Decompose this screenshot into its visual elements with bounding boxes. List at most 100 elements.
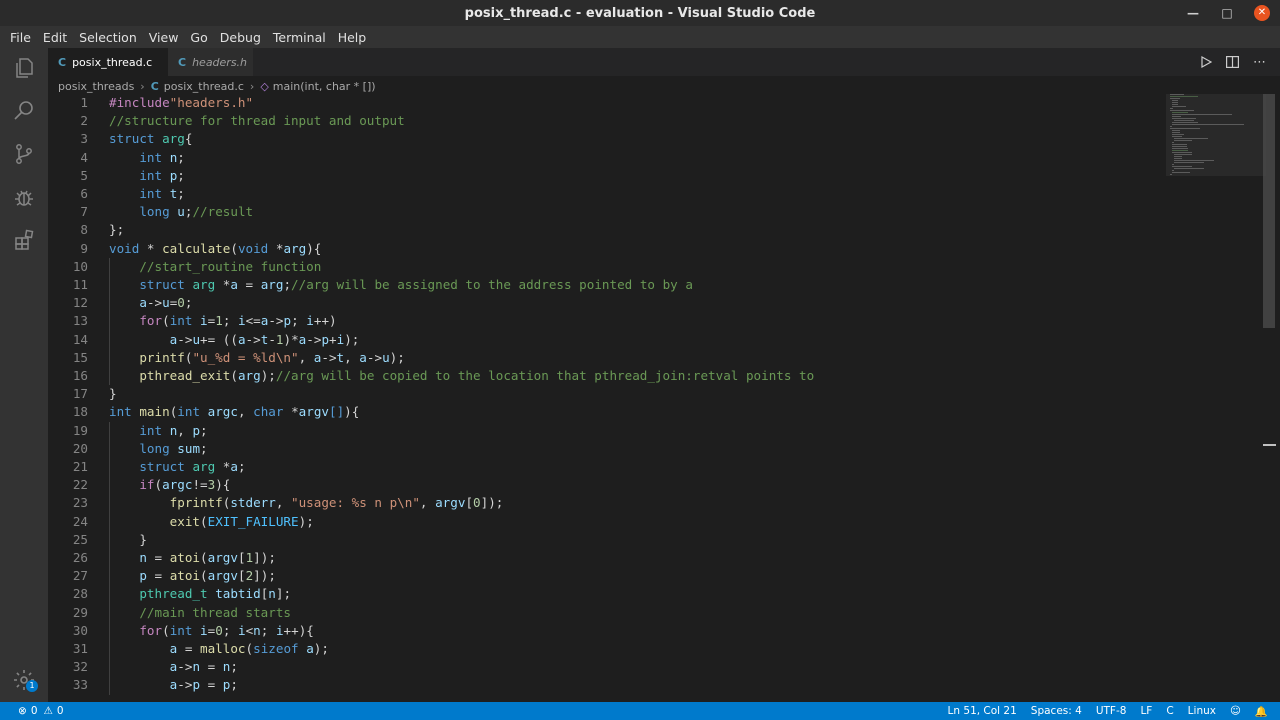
line-number: 6 <box>80 186 88 201</box>
line-number: 28 <box>72 586 88 602</box>
code-text: #include"headers.h" <box>109 95 254 110</box>
code-text: a->n = n; <box>169 659 238 675</box>
end-of-line[interactable]: LF <box>1140 705 1152 717</box>
code-text: int main(int argc, char *argv[]){ <box>109 404 360 420</box>
settings-badge: 1 <box>26 680 38 692</box>
menu-bar: File Edit Selection View Go Debug Terminal Help <box>0 26 1280 48</box>
code-line: 4 int n; <box>48 149 1262 167</box>
tab-headers-h[interactable]: C headers.h <box>168 48 253 76</box>
feedback-smiley-icon[interactable]: ☺ <box>1230 705 1241 717</box>
menu-item-selection[interactable]: Selection <box>73 30 143 45</box>
line-number: 20 <box>72 440 88 456</box>
editor-tabs: C posix_thread.c C headers.h ⋯ <box>48 48 1280 76</box>
code-line: 23 fprintf(stderr, "usage: %s n p\n", ar… <box>48 494 1262 512</box>
line-number: 31 <box>72 641 88 656</box>
platform[interactable]: Linux <box>1188 705 1216 717</box>
line-number: 16 <box>72 368 88 383</box>
settings-gear-icon[interactable]: 1 <box>12 668 38 692</box>
line-number: 15 <box>72 349 88 365</box>
source-control-icon[interactable] <box>12 142 36 166</box>
line-number: 2 <box>80 113 88 129</box>
tab-posix-thread-c[interactable]: C posix_thread.c <box>48 48 168 76</box>
code-line: 30 for(int i=0; i<n; i++){ <box>48 622 1262 640</box>
line-number: 33 <box>72 677 88 693</box>
code-text: struct arg *a = arg;//arg will be assign… <box>139 277 693 292</box>
notifications-bell-icon[interactable]: 🔔 <box>1255 705 1268 718</box>
scrollbar-cursor-marker <box>1263 444 1276 446</box>
search-icon[interactable] <box>12 98 36 122</box>
code-text: struct arg{ <box>109 131 193 147</box>
line-number: 29 <box>72 604 88 620</box>
code-text: int n; <box>139 149 185 165</box>
code-text: a->p = p; <box>169 677 238 693</box>
indentation[interactable]: Spaces: 4 <box>1031 705 1082 717</box>
line-number: 24 <box>72 513 88 529</box>
menu-item-go[interactable]: Go <box>184 30 213 45</box>
warning-count: 0 <box>56 705 64 717</box>
breadcrumb-folder[interactable]: posix_threads <box>58 80 134 93</box>
code-text: p = atoi(argv[2]); <box>139 568 276 584</box>
code-text: }; <box>109 222 125 238</box>
line-number: 10 <box>72 258 88 274</box>
run-icon[interactable] <box>1200 56 1212 68</box>
error-icon: ⊗ <box>18 705 27 717</box>
line-number: 30 <box>72 622 88 638</box>
code-line: 15 printf("u_%d = %ld\n", a->t, a->u); <box>48 349 1262 367</box>
encoding[interactable]: UTF-8 <box>1096 705 1127 717</box>
code-line: 3 struct arg{ <box>48 130 1262 148</box>
line-number: 19 <box>72 422 88 438</box>
code-line: 16 pthread_exit(arg);//arg will be copie… <box>48 367 1262 385</box>
tab-label: posix_thread.c <box>72 55 153 69</box>
code-line: 32 a->n = n; <box>48 658 1262 676</box>
code-text: } <box>109 531 147 547</box>
code-line: 27 p = atoi(argv[2]); <box>48 567 1262 585</box>
close-icon[interactable]: ✕ <box>1254 5 1270 21</box>
explorer-icon[interactable] <box>12 56 36 80</box>
line-number: 21 <box>72 459 88 474</box>
chevron-right-icon: › <box>140 79 145 93</box>
extensions-icon[interactable] <box>12 228 36 252</box>
code-line: 25 } <box>48 531 1262 549</box>
minimap[interactable] <box>1166 94 1266 194</box>
code-line: 14 a->u+= ((a->t-1)*a->p+i); <box>48 331 1262 349</box>
line-number: 7 <box>80 204 88 220</box>
minimize-icon[interactable]: — <box>1186 6 1200 20</box>
code-line: 8}; <box>48 221 1262 239</box>
menu-item-file[interactable]: File <box>4 30 37 45</box>
menu-item-edit[interactable]: Edit <box>37 30 73 45</box>
status-bar: ⊗ 0 ⚠ 0 Ln 51, Col 21 Spaces: 4 UTF-8 LF… <box>0 702 1280 720</box>
code-text: a = malloc(sizeof a); <box>169 641 329 656</box>
debug-icon[interactable] <box>12 186 36 210</box>
code-line: 20 long sum; <box>48 440 1262 458</box>
code-line: 21 struct arg *a; <box>48 458 1262 476</box>
line-number: 13 <box>72 313 88 329</box>
split-editor-icon[interactable] <box>1226 56 1239 68</box>
menu-item-terminal[interactable]: Terminal <box>267 30 332 45</box>
code-text: pthread_exit(arg);//arg will be copied t… <box>139 368 815 383</box>
code-text: long u;//result <box>139 204 254 220</box>
line-number: 22 <box>72 477 88 493</box>
menu-item-view[interactable]: View <box>143 30 185 45</box>
indent-guide <box>109 257 110 386</box>
code-line: 19 int n, p; <box>48 422 1262 440</box>
code-text: //start_routine function <box>139 258 322 274</box>
breadcrumb-file[interactable]: posix_thread.c <box>164 80 244 93</box>
title-bar: posix_thread.c - evaluation - Visual Stu… <box>0 0 1280 26</box>
breadcrumb-symbol[interactable]: main(int, char * []) <box>273 80 376 93</box>
problems-indicator[interactable]: ⊗ 0 ⚠ 0 <box>18 705 64 717</box>
line-number: 5 <box>80 167 88 183</box>
language-mode[interactable]: C <box>1166 705 1173 717</box>
maximize-icon[interactable]: □ <box>1220 6 1234 20</box>
code-text: void * calculate(void *arg){ <box>109 240 322 256</box>
tab-label: headers.h <box>192 55 248 69</box>
more-actions-icon[interactable]: ⋯ <box>1253 55 1266 70</box>
code-editor[interactable]: 1 #include"headers.h" 2 //structure for thr… <box>48 94 1262 702</box>
code-line: 6 int t; <box>48 185 1262 203</box>
cursor-position[interactable]: Ln 51, Col 21 <box>948 705 1017 717</box>
code-line: 10 //start_routine function <box>48 258 1262 276</box>
menu-item-help[interactable]: Help <box>332 30 373 45</box>
menu-item-debug[interactable]: Debug <box>214 30 267 45</box>
vertical-scrollbar[interactable] <box>1263 94 1275 328</box>
code-text: int t; <box>139 186 185 201</box>
line-number: 23 <box>72 495 88 511</box>
